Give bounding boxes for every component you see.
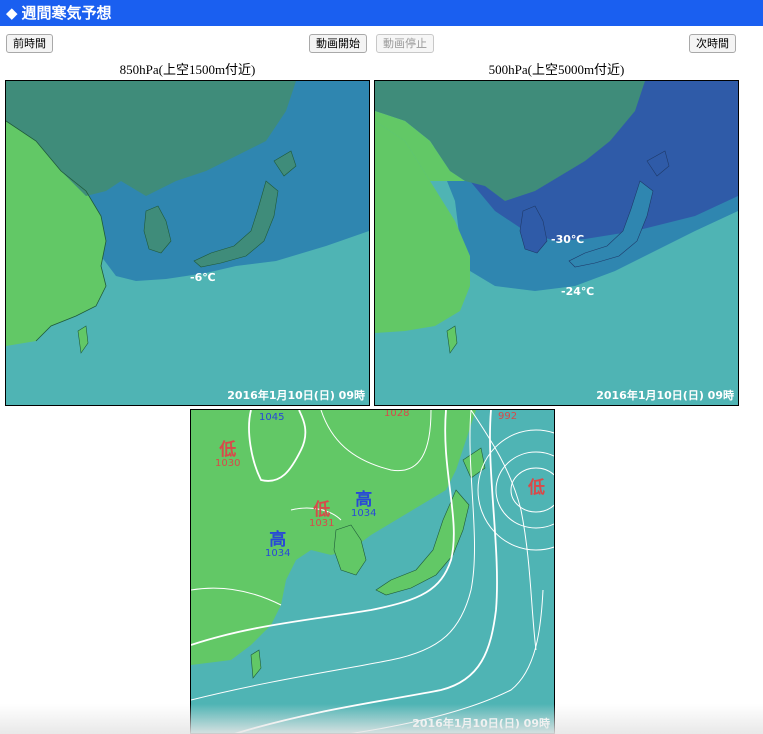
map-850hpa: -6℃ 2016年1月10日(日) 09時 [5,80,370,406]
isobar-label-top-left: 1045 [259,412,285,423]
low-value: 1031 [309,518,335,529]
prev-hour-button[interactable]: 前時間 [6,34,53,53]
map-850hpa-graphic [6,81,369,405]
map-surface-pressure: 1045 1028 992 低 1030 低 1031 低 高 1034 高 1… [190,409,555,734]
low-symbol: 低 [528,478,545,498]
isobar-label-top-mid: 1028 [384,409,410,419]
low-pressure-1: 低 1030 [215,442,240,469]
low-symbol: 低 [313,500,331,520]
low-pressure-2: 低 1031 [309,502,334,529]
next-hour-button[interactable]: 次時間 [689,34,736,53]
low-value: 1030 [215,458,241,469]
map-500hpa: -30℃ -24℃ 2016年1月10日(日) 09時 [374,80,739,406]
diamond-icon: ◆ [6,4,18,22]
temp-label-500-lower: -24℃ [561,285,595,298]
timestamp-850: 2016年1月10日(日) 09時 [227,389,365,402]
page-header: ◆ 週間寒気予想 [0,0,763,26]
high-pressure-2: 高 1034 [265,532,290,559]
isobar-label-top-right: 992 [498,411,518,422]
high-symbol: 高 [269,530,287,550]
temp-label-850: -6℃ [190,271,216,284]
high-value: 1034 [265,548,291,559]
low-pressure-3: 低 [528,480,545,497]
panel-title-850hpa: 850hPa(上空1500m付近) [119,62,256,77]
map-pressure-graphic [191,410,554,733]
panel-title-500hpa: 500hPa(上空5000m付近) [488,62,625,77]
stop-animation-button[interactable]: 動画停止 [376,34,434,53]
play-animation-button[interactable]: 動画開始 [309,34,367,53]
temp-label-500-upper: -30℃ [551,233,585,246]
high-pressure-1: 高 1034 [351,492,376,519]
timestamp-500: 2016年1月10日(日) 09時 [596,389,734,402]
high-value: 1034 [351,508,377,519]
high-symbol: 高 [355,490,373,510]
page-title: 週間寒気予想 [21,4,112,22]
timestamp-surface: 2016年1月10日(日) 09時 [412,717,550,730]
low-symbol: 低 [219,440,237,460]
